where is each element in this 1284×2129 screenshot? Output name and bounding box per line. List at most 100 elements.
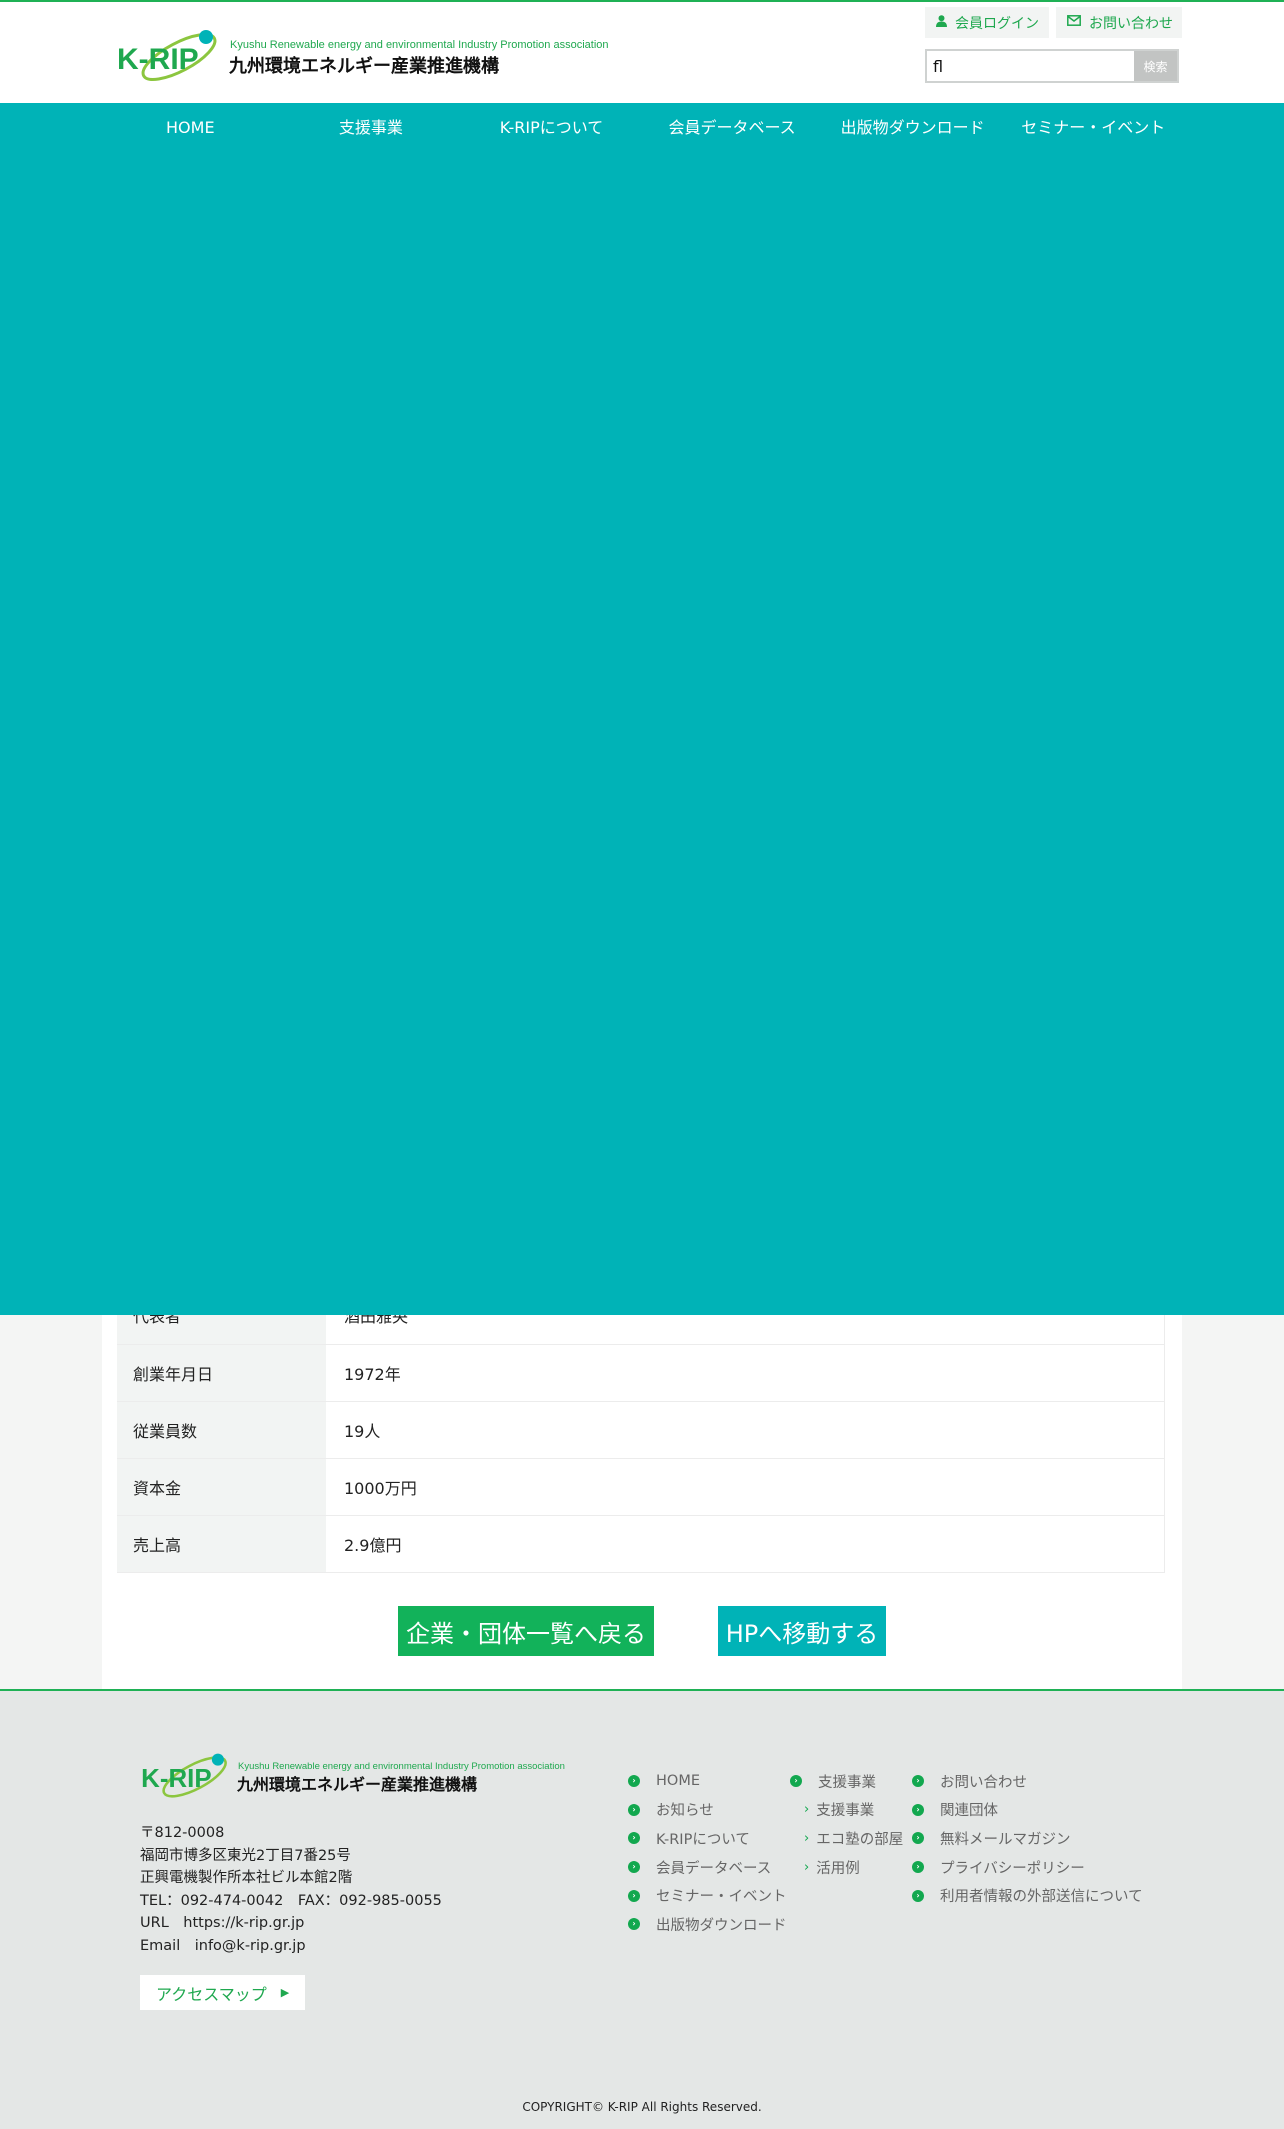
table-key: 売上高 bbox=[117, 1516, 326, 1572]
table-value: 酒田雅央 bbox=[326, 1315, 1165, 1344]
logo-mark-text: K-RIP bbox=[141, 1765, 211, 1793]
footer-link-label: 無料メールマガジン bbox=[940, 1831, 1071, 1848]
footer-sublink-examples[interactable]: › 活用例 bbox=[790, 1853, 903, 1882]
footer-address: 〒812-0008 福岡市博多区東光2丁目7番25号 正興電機製作所本社ビル本館… bbox=[140, 1822, 442, 1957]
table-row: 従業員数 19人 bbox=[117, 1402, 1165, 1459]
access-map-button[interactable]: アクセスマップ ▶ bbox=[140, 1975, 305, 2010]
logo-english-name: Kyushu Renewable energy and environmenta… bbox=[230, 39, 609, 51]
footer-logo-japanese-name: 九州環境エネルギー産業推進機構 bbox=[237, 1775, 478, 1794]
nav-item-support[interactable]: 支援事業 bbox=[281, 103, 462, 153]
footer-link-privacy[interactable]: › プライバシーポリシー bbox=[912, 1853, 1143, 1882]
chevron-circle-icon: › bbox=[628, 1889, 640, 1902]
k-rip-logo-icon: K-RIP bbox=[141, 1753, 227, 1798]
footer-link-related-orgs[interactable]: › 関連団体 bbox=[912, 1796, 1143, 1825]
footer-sublink-support[interactable]: › 支援事業 bbox=[790, 1796, 903, 1825]
user-icon bbox=[936, 14, 947, 31]
logo-mark-text: K-RIP bbox=[117, 43, 199, 76]
contact-button[interactable]: お問い合わせ bbox=[1056, 7, 1182, 38]
table-value: 1972年 bbox=[326, 1345, 1165, 1401]
footer-link-contact[interactable]: › お問い合わせ bbox=[912, 1767, 1143, 1796]
member-login-label: 会員ログイン bbox=[955, 15, 1039, 32]
footer-link-label: お知らせ bbox=[656, 1803, 714, 1820]
caret-right-icon: ▶ bbox=[280, 1986, 290, 1999]
chevron-circle-icon: › bbox=[790, 1775, 802, 1788]
site-url: URL https://k-rip.gr.jp bbox=[140, 1915, 305, 1931]
contact-label: お問い合わせ bbox=[1089, 15, 1173, 32]
table-value: 19人 bbox=[326, 1402, 1165, 1458]
footer-sublink-eco-juku[interactable]: › エコ塾の部屋 bbox=[790, 1824, 903, 1853]
footer-link-label: 支援事業 bbox=[816, 1803, 875, 1820]
chevron-circle-icon: › bbox=[912, 1861, 924, 1874]
chevron-circle-icon: › bbox=[628, 1918, 640, 1931]
nav-item-about[interactable]: K-RIPについて bbox=[461, 103, 642, 153]
footer-link-label: K-RIPについて bbox=[656, 1831, 750, 1848]
chevron-right-icon: › bbox=[804, 1802, 810, 1818]
footer-links-col1: › HOME › お知らせ › K-RIPについて › 会員データベース › セミナー・イ… bbox=[628, 1767, 787, 1939]
search-box: 検索 bbox=[925, 49, 1179, 83]
footer-link-seminars[interactable]: › セミナー・イベント bbox=[628, 1881, 787, 1910]
footer-link-label: 支援事業 bbox=[818, 1774, 876, 1791]
logo-japanese-name: 九州環境エネルギー産業推進機構 bbox=[229, 56, 499, 77]
footer-link-label: 出版物ダウンロード bbox=[656, 1917, 787, 1934]
nav-item-home[interactable]: HOME bbox=[100, 103, 281, 153]
table-row: 売上高 2.9億円 bbox=[117, 1516, 1165, 1573]
search-button[interactable]: 検索 bbox=[1134, 51, 1177, 81]
table-key: 資本金 bbox=[117, 1459, 326, 1515]
footer-link-member-db[interactable]: › 会員データベース bbox=[628, 1853, 787, 1882]
chevron-circle-icon: › bbox=[912, 1775, 924, 1788]
k-rip-logo-icon: K-RIP bbox=[117, 30, 217, 81]
table-key: 従業員数 bbox=[117, 1402, 326, 1458]
footer-link-support[interactable]: › 支援事業 bbox=[790, 1767, 903, 1796]
address-building: 正興電機製作所本社ビル本館2階 bbox=[140, 1870, 353, 1886]
chevron-circle-icon: › bbox=[628, 1861, 640, 1874]
teal-banner: HOME 支援事業 K-RIPについて 会員データベース 出版物ダウンロード セ… bbox=[0, 103, 1284, 1315]
nav-item-seminars[interactable]: セミナー・イベント bbox=[1003, 103, 1184, 153]
chevron-circle-icon: › bbox=[912, 1889, 924, 1902]
site-logo[interactable]: K-RIP Kyushu Renewable energy and enviro… bbox=[117, 27, 627, 87]
footer-links-col2: › 支援事業 › 支援事業 › エコ塾の部屋 › 活用例 bbox=[790, 1767, 903, 1881]
footer-links-col3: › お問い合わせ › 関連団体 › 無料メールマガジン › プライバシーポリシー › 利用… bbox=[912, 1767, 1143, 1910]
chevron-circle-icon: › bbox=[628, 1775, 640, 1788]
search-input[interactable] bbox=[927, 51, 1137, 81]
footer-link-label: お問い合わせ bbox=[940, 1774, 1027, 1791]
site-footer: K-RIP Kyushu Renewable energy and enviro… bbox=[0, 1689, 1284, 2129]
email-address: Email info@k-rip.gr.jp bbox=[140, 1937, 306, 1954]
back-to-list-button[interactable]: 企業・団体一覧へ戻る bbox=[398, 1606, 654, 1656]
access-map-label: アクセスマップ bbox=[156, 1984, 267, 2004]
footer-link-label: 活用例 bbox=[816, 1860, 860, 1877]
go-to-homepage-button[interactable]: HPへ移動する bbox=[718, 1606, 886, 1656]
footer-logo[interactable]: K-RIP Kyushu Renewable energy and enviro… bbox=[140, 1751, 570, 1803]
chevron-circle-icon: › bbox=[628, 1803, 640, 1816]
chevron-circle-icon: › bbox=[912, 1832, 924, 1845]
footer-link-about[interactable]: › K-RIPについて bbox=[628, 1824, 787, 1853]
footer-link-news[interactable]: › お知らせ bbox=[628, 1796, 787, 1825]
footer-link-home[interactable]: › HOME bbox=[628, 1767, 787, 1796]
site-header: K-RIP Kyushu Renewable energy and enviro… bbox=[0, 2, 1284, 103]
chevron-circle-icon: › bbox=[912, 1803, 924, 1816]
table-key: 創業年月日 bbox=[117, 1345, 326, 1401]
nav-item-downloads[interactable]: 出版物ダウンロード bbox=[822, 103, 1003, 153]
chevron-right-icon: › bbox=[804, 1859, 810, 1875]
nav-item-member-db[interactable]: 会員データベース bbox=[642, 103, 823, 153]
footer-link-label: 利用者情報の外部送信について bbox=[940, 1889, 1143, 1906]
footer-link-label: セミナー・イベント bbox=[656, 1889, 787, 1906]
table-value: 2.9億円 bbox=[326, 1516, 1165, 1572]
footer-link-label: エコ塾の部屋 bbox=[816, 1831, 904, 1848]
table-row: 代表者 酒田雅央 bbox=[117, 1315, 1165, 1345]
main-nav: HOME 支援事業 K-RIPについて 会員データベース 出版物ダウンロード セ… bbox=[100, 103, 1184, 153]
footer-link-newsletter[interactable]: › 無料メールマガジン bbox=[912, 1824, 1143, 1853]
chevron-right-icon: › bbox=[804, 1830, 810, 1846]
footer-link-downloads[interactable]: › 出版物ダウンロード bbox=[628, 1910, 787, 1939]
member-login-button[interactable]: 会員ログイン bbox=[925, 7, 1049, 38]
phone-fax: TEL：092-474-0042 FAX：092-985-0055 bbox=[140, 1892, 442, 1909]
address-street: 福岡市博多区東光2丁目7番25号 bbox=[140, 1847, 351, 1864]
copyright: COPYRIGHT© K-RIP All Rights Reserved. bbox=[522, 2100, 762, 2114]
table-row: 資本金 1000万円 bbox=[117, 1459, 1165, 1516]
table-key: 代表者 bbox=[117, 1315, 326, 1344]
footer-link-label: 関連団体 bbox=[940, 1803, 998, 1820]
postal-code: 〒812-0008 bbox=[140, 1825, 225, 1841]
footer-link-label: プライバシーポリシー bbox=[940, 1860, 1085, 1877]
footer-link-label: 会員データベース bbox=[656, 1860, 772, 1877]
footer-link-external-transmission[interactable]: › 利用者情報の外部送信について bbox=[912, 1881, 1143, 1910]
table-row: 創業年月日 1972年 bbox=[117, 1345, 1165, 1402]
